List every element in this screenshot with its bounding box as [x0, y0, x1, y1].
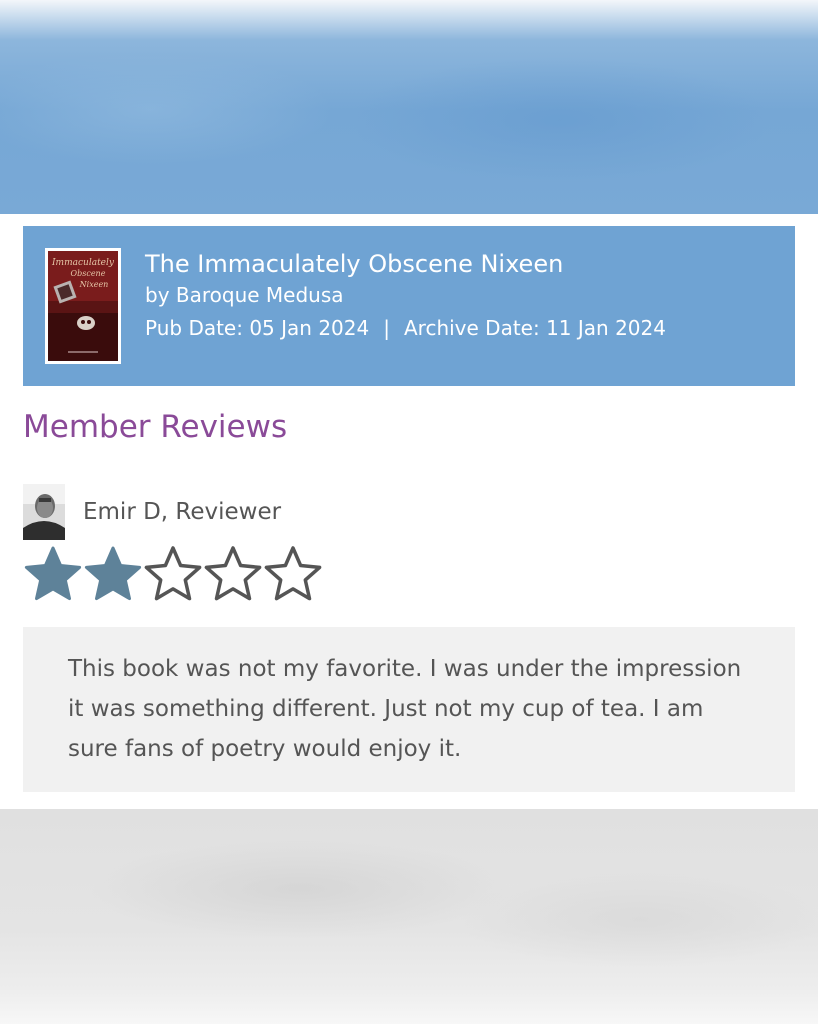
- cover-title-line-2: Obscene: [71, 269, 106, 278]
- star-outline-icon: [264, 546, 322, 601]
- bottom-background-blur: [0, 809, 818, 1024]
- section-title: Member Reviews: [23, 409, 288, 445]
- review-content: Immaculately Obscene Nixeen The Immacula…: [0, 214, 818, 809]
- pub-date: Pub Date: 05 Jan 2024: [145, 316, 370, 340]
- star-outline-icon: [144, 546, 202, 601]
- review-text: This book was not my favorite. I was und…: [68, 656, 742, 762]
- review-box: This book was not my favorite. I was und…: [23, 627, 795, 792]
- book-author: by Baroque Medusa: [145, 283, 344, 307]
- archive-date: Archive Date: 11 Jan 2024: [403, 316, 666, 340]
- book-card[interactable]: Immaculately Obscene Nixeen The Immacula…: [23, 226, 795, 386]
- reviewer: Emir D, Reviewer: [23, 484, 281, 540]
- top-background-blur: [0, 0, 818, 214]
- avatar[interactable]: [23, 484, 65, 540]
- book-dates: Pub Date: 05 Jan 2024 | Archive Date: 11 J…: [145, 310, 666, 346]
- star-rating: [23, 544, 323, 604]
- star-outline-icon: [204, 546, 262, 601]
- cover-title-line-1: Immaculately: [51, 258, 115, 268]
- book-cover[interactable]: Immaculately Obscene Nixeen: [45, 248, 121, 364]
- book-info: The Immaculately Obscene Nixeen by Baroq…: [145, 248, 666, 346]
- reviewer-name: Emir D, Reviewer: [83, 499, 282, 525]
- book-title[interactable]: The Immaculately Obscene Nixeen: [145, 248, 666, 280]
- page: Immaculately Obscene Nixeen The Immacula…: [0, 0, 818, 1024]
- date-separator: |: [383, 316, 390, 340]
- cover-title-line-3: Nixeen: [79, 280, 109, 289]
- star-filled-icon: [24, 546, 82, 601]
- star-filled-icon: [84, 546, 142, 601]
- book-cover-image: Immaculately Obscene Nixeen: [48, 251, 118, 361]
